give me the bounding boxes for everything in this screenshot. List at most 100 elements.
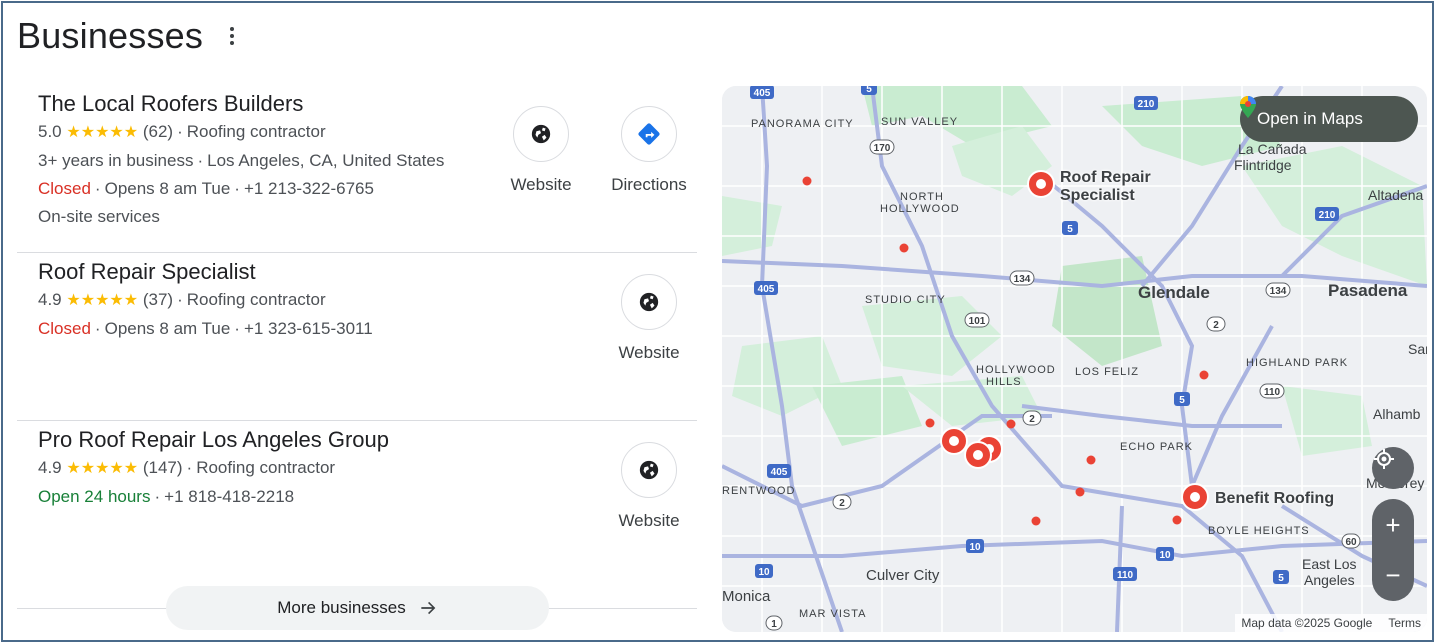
- rating-value: 4.9: [38, 290, 62, 309]
- map-attribution: Map data ©2025 Google Terms: [1235, 614, 1427, 632]
- neighborhood-label: STUDIO CITY: [865, 294, 946, 306]
- business-list: The Local Roofers Builders 5.0 ★★★★★ (62…: [17, 85, 697, 589]
- attribution-text: Map data ©2025 Google: [1241, 616, 1373, 630]
- page-title: Businesses: [17, 15, 204, 56]
- open-in-maps-button[interactable]: Open in Maps: [1240, 96, 1418, 142]
- more-options-icon[interactable]: [225, 21, 239, 51]
- neighborhood-label: RENTWOOD: [722, 485, 796, 497]
- zoom-in-button[interactable]: +: [1385, 500, 1400, 550]
- svg-text:110: 110: [1117, 570, 1134, 581]
- website-label: Website: [618, 511, 680, 530]
- svg-text:134: 134: [1270, 286, 1287, 297]
- rating-stars: ★★★★★: [66, 460, 139, 477]
- svg-text:101: 101: [969, 316, 986, 327]
- business-card: Roof Repair Specialist 4.9 ★★★★★ (37) · Ro…: [17, 253, 697, 421]
- phone-number[interactable]: +1 213-322-6765: [244, 179, 374, 198]
- directions-label: Directions: [611, 175, 687, 194]
- rating-value: 5.0: [38, 122, 62, 141]
- svg-text:405: 405: [758, 284, 775, 295]
- pin-label-benefit-roofing[interactable]: Benefit Roofing: [1215, 490, 1334, 508]
- review-count[interactable]: (62): [143, 122, 173, 141]
- review-count[interactable]: (37): [143, 290, 173, 309]
- rating-stars: ★★★★★: [66, 292, 139, 309]
- zoom-controls: + −: [1372, 499, 1414, 601]
- svg-text:405: 405: [771, 467, 788, 478]
- neighborhood-label: ECHO PARK: [1120, 441, 1193, 453]
- svg-text:5: 5: [1179, 395, 1185, 406]
- website-button[interactable]: Website: [604, 442, 694, 531]
- pin-label-roof-repair-specialist[interactable]: Roof Repair Specialist: [1060, 169, 1151, 205]
- town-label: San: [1408, 341, 1427, 357]
- services-line: On-site services: [38, 207, 160, 226]
- business-name[interactable]: Pro Roof Repair Los Angeles Group: [38, 426, 697, 454]
- svg-text:134: 134: [1014, 274, 1031, 285]
- hours-line: Open 24 hours · +1 818-418-2218: [38, 487, 295, 506]
- hours-line: Closed · Opens 8 am Tue · +1 323-615-3011: [38, 319, 373, 338]
- business-name[interactable]: Roof Repair Specialist: [38, 258, 697, 286]
- business-name[interactable]: The Local Roofers Builders: [38, 90, 697, 118]
- svg-text:5: 5: [866, 86, 872, 95]
- website-button[interactable]: Website: [496, 106, 586, 195]
- pin-label-line: Specialist: [1060, 187, 1135, 204]
- svg-text:405: 405: [754, 88, 771, 99]
- svg-text:210: 210: [1138, 99, 1155, 110]
- town-label: East Los: [1302, 556, 1357, 572]
- svg-text:5: 5: [1278, 573, 1284, 584]
- svg-text:170: 170: [874, 143, 891, 154]
- neighborhood-label: MAR VISTA: [799, 608, 867, 620]
- svg-text:5: 5: [1067, 224, 1073, 235]
- phone-number[interactable]: +1 818-418-2218: [164, 487, 294, 506]
- svg-text:1: 1: [771, 619, 777, 630]
- website-label: Website: [618, 343, 680, 362]
- rating-line: 4.9 ★★★★★ (147) · Roofing contractor: [38, 458, 336, 477]
- svg-text:10: 10: [1159, 550, 1171, 561]
- svg-text:110: 110: [1264, 387, 1281, 398]
- neighborhood-label: HIGHLAND PARK: [1246, 357, 1349, 369]
- business-detail: 3+ years in business: [38, 151, 194, 170]
- rating-line: 5.0 ★★★★★ (62) · Roofing contractor: [38, 122, 326, 141]
- town-label: Flintridge: [1234, 157, 1292, 173]
- phone-number[interactable]: +1 323-615-3011: [244, 319, 373, 338]
- hours-text: Opens 8 am Tue: [104, 179, 231, 198]
- website-label: Website: [510, 175, 572, 194]
- rating-value: 4.9: [38, 458, 62, 477]
- hours-line: Closed · Opens 8 am Tue · +1 213-322-6765: [38, 179, 374, 198]
- globe-icon: [621, 442, 677, 498]
- town-label: La Cañada: [1238, 141, 1307, 157]
- globe-icon: [621, 274, 677, 330]
- panel-header: Businesses: [17, 15, 239, 57]
- town-label: Angeles: [1304, 572, 1355, 588]
- town-label: Altadena: [1368, 187, 1424, 203]
- rating-line: 4.9 ★★★★★ (37) · Roofing contractor: [38, 290, 326, 309]
- town-label: Culver City: [866, 567, 940, 584]
- zoom-out-button[interactable]: −: [1385, 550, 1400, 600]
- website-button[interactable]: Website: [604, 274, 694, 363]
- more-businesses-button[interactable]: More businesses: [166, 586, 549, 630]
- arrow-right-icon: [421, 601, 436, 615]
- neighborhood-label: BOYLE HEIGHTS: [1208, 525, 1310, 537]
- detail-line: 3+ years in business · Los Angeles, CA, Un…: [38, 151, 445, 170]
- neighborhood-label: HILLS: [986, 376, 1022, 388]
- svg-text:2: 2: [1213, 320, 1219, 331]
- svg-text:2: 2: [1029, 414, 1035, 425]
- status-badge: Closed: [38, 319, 91, 338]
- hours-text: Opens 8 am Tue: [104, 319, 231, 338]
- svg-text:60: 60: [1345, 537, 1357, 548]
- business-location: Los Angeles, CA, United States: [207, 151, 445, 170]
- open-in-maps-label: Open in Maps: [1257, 109, 1363, 128]
- terms-link[interactable]: Terms: [1388, 616, 1421, 630]
- business-card: The Local Roofers Builders 5.0 ★★★★★ (62…: [17, 85, 697, 253]
- svg-text:210: 210: [1319, 210, 1336, 221]
- review-count[interactable]: (147): [143, 458, 183, 477]
- business-category: Roofing contractor: [186, 290, 326, 309]
- town-label: Monica: [722, 588, 771, 605]
- map-view[interactable]: 405 5 210 170 5 134 405 101 2 134 2 110 …: [722, 86, 1427, 632]
- status-badge: Open 24 hours: [38, 487, 151, 506]
- globe-icon: [513, 106, 569, 162]
- neighborhood-label: NORTH: [900, 191, 944, 203]
- status-badge: Closed: [38, 179, 91, 198]
- directions-button[interactable]: Directions: [604, 106, 694, 195]
- my-location-button[interactable]: [1372, 447, 1414, 489]
- directions-icon: [621, 106, 677, 162]
- maps-pin-icon: [1240, 96, 1256, 118]
